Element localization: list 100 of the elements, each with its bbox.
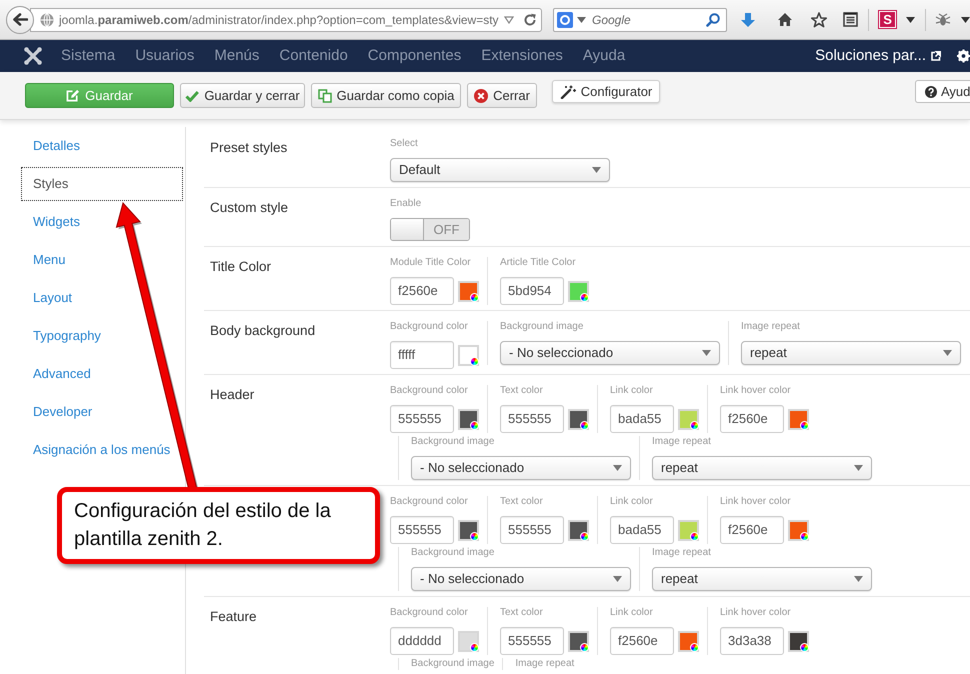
menu-item[interactable]: Ayuda xyxy=(572,40,636,72)
search-input[interactable]: Google xyxy=(592,10,702,28)
sidebar-tab[interactable]: Advanced xyxy=(21,357,92,391)
url-text: joomla.paramiweb.com/administrator/index.php?option=com_templates&view=sty xyxy=(59,12,499,28)
field-label: Background image xyxy=(411,436,496,448)
globe-icon xyxy=(40,12,54,26)
color-swatch-icon[interactable] xyxy=(678,520,699,540)
sidebar-tab[interactable]: Developer xyxy=(21,395,94,429)
star-icon[interactable] xyxy=(811,12,828,28)
sidebar-tab[interactable]: Layout xyxy=(21,281,74,315)
download-icon[interactable] xyxy=(740,12,756,28)
sidebar-tab[interactable]: Typography xyxy=(21,319,102,353)
color-swatch-icon[interactable] xyxy=(568,280,589,302)
dropdown[interactable]: repeat xyxy=(652,456,872,480)
logo-icon[interactable] xyxy=(24,47,42,65)
dropdown[interactable]: repeat xyxy=(652,567,872,591)
caret-icon[interactable] xyxy=(504,16,514,24)
color-input-field[interactable]: dddddd xyxy=(390,627,454,655)
help-button[interactable]: Ayud xyxy=(915,80,970,103)
back-button[interactable] xyxy=(6,6,34,34)
field-label: Background image xyxy=(411,658,494,670)
sidebar-tab[interactable]: Menu xyxy=(21,243,67,277)
menu-item[interactable]: Usuarios xyxy=(125,40,204,72)
color-input-field[interactable]: bada55 xyxy=(610,405,674,433)
search-icon[interactable] xyxy=(706,12,720,26)
close-button[interactable]: Cerrar xyxy=(467,83,537,108)
menu-item[interactable]: Sistema xyxy=(51,40,126,72)
configurator-button[interactable]: Configurator xyxy=(552,80,660,103)
caret-icon xyxy=(906,16,916,22)
address-bar[interactable]: joomla.paramiweb.com/administrator/index.php?option=com_templates&view=sty xyxy=(30,8,542,32)
external-link-icon[interactable] xyxy=(931,51,941,61)
search-engine-icon xyxy=(557,12,573,28)
sidebar-tab[interactable]: Asignación a los menús xyxy=(21,433,172,467)
color-input-field[interactable]: 555555 xyxy=(390,405,454,433)
color-swatch-icon[interactable] xyxy=(788,520,809,540)
dropdown[interactable]: - No seleccionado xyxy=(500,341,720,365)
color-swatch-icon[interactable] xyxy=(678,630,699,652)
reload-icon[interactable] xyxy=(522,12,537,26)
color-input-field[interactable]: f2560e xyxy=(390,277,454,305)
color-input-field[interactable]: f2560e xyxy=(610,627,674,655)
home-icon[interactable] xyxy=(777,12,794,27)
dropdown[interactable]: repeat xyxy=(741,341,961,365)
color-swatch-icon[interactable] xyxy=(568,630,589,652)
color-input-field[interactable]: f2560e xyxy=(720,405,784,433)
color-swatch-icon[interactable] xyxy=(458,520,479,540)
dropdown[interactable]: Default xyxy=(390,158,610,182)
search-box[interactable]: Google xyxy=(553,8,728,32)
color-swatch-icon[interactable] xyxy=(458,280,479,302)
caret-icon xyxy=(613,465,622,471)
row-label: Feature xyxy=(210,609,257,624)
caret-icon xyxy=(613,576,622,582)
color-swatch-icon[interactable] xyxy=(458,630,479,652)
reader-list-icon[interactable] xyxy=(843,12,858,27)
field-label: Text color xyxy=(500,607,544,619)
menu-item[interactable]: Menús xyxy=(204,40,270,72)
settings-icon[interactable] xyxy=(957,49,970,63)
color-input-field[interactable]: 555555 xyxy=(500,516,564,544)
color-swatch-icon[interactable] xyxy=(788,630,809,652)
bug-icon[interactable] xyxy=(935,12,952,26)
caret-icon xyxy=(702,350,711,356)
close-icon xyxy=(474,88,488,102)
color-input-field[interactable]: f2560e xyxy=(720,516,784,544)
magic-wand-icon xyxy=(560,84,576,98)
color-swatch-icon[interactable] xyxy=(568,520,589,540)
color-swatch-icon[interactable] xyxy=(458,344,479,366)
caret-icon xyxy=(943,350,952,356)
field-label: Image repeat xyxy=(652,436,712,448)
callout-text: Configuración del estilo de la plantilla zenith 2. xyxy=(74,499,332,552)
dropdown[interactable]: - No seleccionado xyxy=(411,456,631,480)
menu-item[interactable]: Componentes xyxy=(358,40,472,72)
field-label: Enable xyxy=(390,198,422,210)
field-label: Image repeat xyxy=(741,321,801,333)
color-input-field[interactable]: fffff xyxy=(390,341,454,369)
field-label: Link hover color xyxy=(720,607,792,619)
color-swatch-icon[interactable] xyxy=(788,408,809,430)
sidebar-tab[interactable]: Detalles xyxy=(21,129,81,163)
color-input-field[interactable]: 555555 xyxy=(390,516,454,544)
menu-item[interactable]: Contenido xyxy=(269,40,358,72)
menu-item[interactable]: Extensiones xyxy=(471,40,573,72)
site-link[interactable]: Soluciones par... xyxy=(815,44,926,68)
field-label: Link color xyxy=(610,496,654,508)
color-input-field[interactable]: 555555 xyxy=(500,405,564,433)
color-swatch-icon[interactable] xyxy=(458,408,479,430)
save-close-button[interactable]: Guardar y cerrar xyxy=(180,83,305,108)
color-input-field[interactable]: 555555 xyxy=(500,627,564,655)
dropdown[interactable]: - No seleccionado xyxy=(411,567,631,591)
save-copy-button[interactable]: Guardar como copia xyxy=(311,83,461,108)
field-label: Link hover color xyxy=(720,496,792,508)
sidebar-tab[interactable]: Widgets xyxy=(21,205,81,239)
extension-button[interactable]: S xyxy=(879,11,896,28)
help-icon xyxy=(925,86,937,98)
color-input-field[interactable]: bada55 xyxy=(610,516,674,544)
color-input-field[interactable]: 5bd954 xyxy=(500,277,564,305)
edit-icon xyxy=(66,89,80,102)
color-input-field[interactable]: 3d3a38 xyxy=(720,627,784,655)
color-swatch-icon[interactable] xyxy=(678,408,699,430)
color-swatch-icon[interactable] xyxy=(568,408,589,430)
check-icon xyxy=(185,90,200,102)
sidebar-tab[interactable]: Styles xyxy=(21,167,183,201)
caret-icon xyxy=(592,167,601,173)
